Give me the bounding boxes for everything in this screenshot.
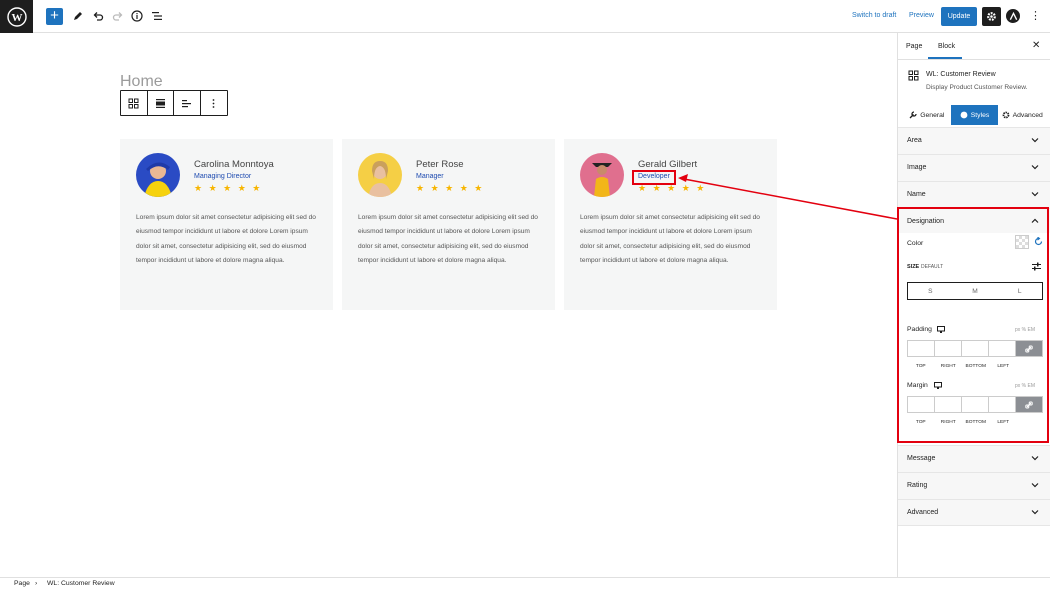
section-label: Advanced bbox=[907, 509, 939, 516]
undo-icon[interactable] bbox=[91, 9, 105, 23]
rating-stars: ★ ★ ★ ★ ★ bbox=[416, 183, 485, 193]
tab-advanced[interactable]: Advanced bbox=[998, 105, 1046, 125]
wrench-icon bbox=[909, 111, 917, 119]
section-label: Image bbox=[907, 164, 927, 171]
gear-icon bbox=[1002, 111, 1009, 119]
reviewer-designation: Managing Director bbox=[194, 173, 252, 180]
palette-icon bbox=[960, 111, 968, 119]
section-label: Rating bbox=[907, 482, 928, 489]
tab-block[interactable]: Block bbox=[938, 43, 955, 50]
tab-advanced-label: Advanced bbox=[1012, 111, 1043, 119]
breadcrumb-separator: › bbox=[35, 580, 38, 587]
reviewer-name: Peter Rose bbox=[416, 159, 464, 170]
section-rating[interactable]: Rating bbox=[898, 472, 1050, 499]
section-message[interactable]: Message bbox=[898, 445, 1050, 472]
chevron-down-icon bbox=[1031, 456, 1039, 461]
tab-general-label: General bbox=[920, 111, 945, 119]
redo-icon[interactable] bbox=[111, 9, 125, 23]
style-tabs: General Styles Advanced bbox=[903, 105, 1046, 125]
chevron-down-icon bbox=[1031, 165, 1039, 170]
avatar bbox=[358, 153, 402, 197]
chevron-down-icon bbox=[1031, 192, 1039, 197]
review-message: Lorem ipsum dolor sit amet consectetur a… bbox=[358, 214, 538, 264]
page-title[interactable]: Home bbox=[120, 73, 163, 91]
block-name: WL: Customer Review bbox=[926, 71, 996, 78]
reviewer-name: Gerald Gilbert bbox=[638, 159, 698, 170]
tab-styles[interactable]: Styles bbox=[950, 105, 999, 125]
breadcrumb: Page › WL: Customer Review bbox=[0, 577, 1050, 590]
rating-stars: ★ ★ ★ ★ ★ bbox=[194, 183, 263, 193]
switch-to-draft-link[interactable]: Switch to draft bbox=[852, 12, 896, 19]
reviewer-designation: Manager bbox=[416, 173, 444, 180]
list-view-icon[interactable] bbox=[150, 9, 164, 23]
reviewer-name: Carolina Monntoya bbox=[194, 159, 274, 170]
astra-icon[interactable] bbox=[1006, 9, 1020, 23]
breadcrumb-block[interactable]: WL: Customer Review bbox=[47, 580, 115, 587]
review-message: Lorem ipsum dolor sit amet consectetur a… bbox=[580, 214, 760, 264]
breadcrumb-page[interactable]: Page bbox=[14, 580, 30, 587]
section-label: Message bbox=[907, 455, 936, 462]
pencil-icon[interactable] bbox=[71, 9, 85, 23]
section-advanced[interactable]: Advanced bbox=[898, 499, 1050, 526]
section-label: Name bbox=[907, 191, 926, 198]
section-name[interactable]: Name bbox=[898, 181, 1050, 208]
block-grid-icon bbox=[908, 70, 919, 81]
avatar bbox=[136, 153, 180, 197]
tab-styles-label: Styles bbox=[970, 111, 990, 119]
tab-page[interactable]: Page bbox=[906, 43, 922, 50]
block-type-icon[interactable] bbox=[121, 91, 148, 115]
preview-link[interactable]: Preview bbox=[909, 12, 934, 19]
review-card[interactable]: Carolina Monntoya Managing Director ★ ★ … bbox=[120, 139, 333, 310]
block-toolbar bbox=[120, 90, 228, 116]
sidebar-tabs: Page Block ✕ bbox=[898, 33, 1050, 60]
align-left-icon[interactable] bbox=[174, 91, 201, 115]
chevron-down-icon bbox=[1031, 510, 1039, 515]
block-description: Display Product Customer Review. bbox=[926, 84, 1028, 91]
section-area[interactable]: Area bbox=[898, 127, 1050, 154]
chevron-down-icon bbox=[1031, 483, 1039, 488]
editor-canvas: Home Carolina Monntoya Managing Director… bbox=[0, 33, 897, 577]
section-label: Area bbox=[907, 137, 922, 144]
svg-text:W: W bbox=[11, 12, 22, 24]
section-image[interactable]: Image bbox=[898, 154, 1050, 181]
gear-icon[interactable] bbox=[982, 7, 1001, 26]
add-block-button[interactable]: + bbox=[46, 8, 63, 25]
editor-top-bar: W + Switch to draft Preview Update ⋮ bbox=[0, 0, 1050, 33]
designation-highlight-box bbox=[632, 170, 676, 185]
review-card[interactable]: Peter Rose Manager ★ ★ ★ ★ ★ Lorem ipsum… bbox=[342, 139, 555, 310]
active-tab-indicator bbox=[928, 57, 962, 59]
block-width-icon[interactable] bbox=[148, 91, 174, 115]
wordpress-icon[interactable]: W bbox=[0, 0, 33, 33]
close-icon[interactable]: ✕ bbox=[1032, 40, 1040, 51]
update-button[interactable]: Update bbox=[941, 7, 977, 26]
review-message: Lorem ipsum dolor sit amet consectetur a… bbox=[136, 214, 316, 264]
review-card[interactable]: Gerald Gilbert Developer ★ ★ ★ ★ ★ Lorem… bbox=[564, 139, 777, 310]
tab-general[interactable]: General bbox=[903, 105, 951, 125]
avatar bbox=[580, 153, 624, 197]
chevron-down-icon bbox=[1031, 138, 1039, 143]
more-options-button[interactable]: ⋮ bbox=[1030, 9, 1041, 23]
block-options-icon[interactable] bbox=[201, 91, 227, 115]
designation-settings-highlight-box bbox=[897, 207, 1049, 443]
info-icon[interactable] bbox=[130, 9, 144, 23]
